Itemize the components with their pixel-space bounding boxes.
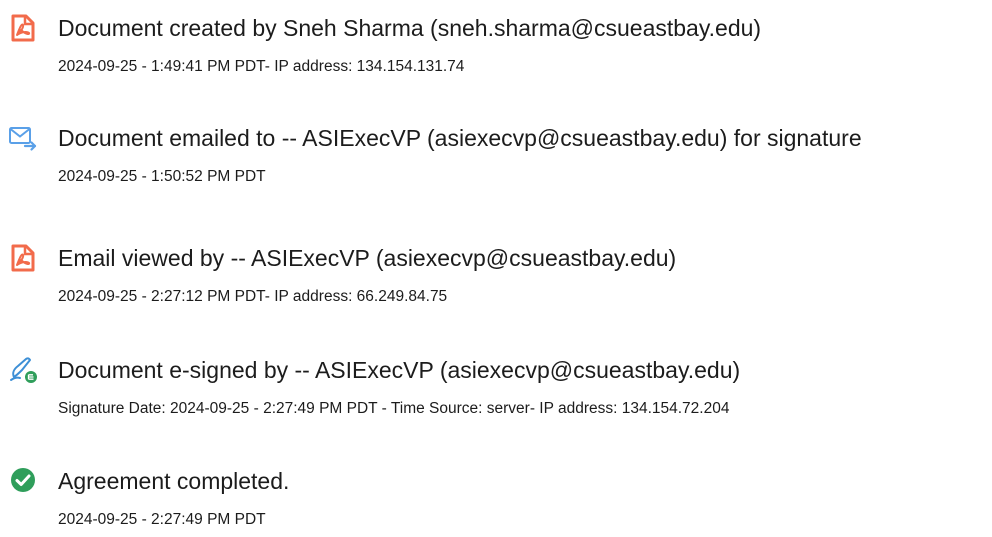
document-created-icon (8, 13, 38, 43)
document-viewed-icon (8, 243, 38, 273)
email-sent-icon (8, 123, 38, 153)
audit-event-emailed: Document emailed to -- ASIExecVP (asiexe… (0, 123, 992, 193)
event-detail: 2024-09-25 - 2:27:12 PM PDT- IP address:… (58, 288, 448, 305)
audit-event-signed: Document e-signed by -- ASIExecVP (asiex… (0, 355, 992, 425)
audit-event-created: Document created by Sneh Sharma (sneh.sh… (0, 13, 992, 83)
checkmark-circle-icon (8, 466, 38, 496)
event-detail: 2024-09-25 - 1:50:52 PM PDT (58, 168, 266, 185)
event-detail: 2024-09-25 - 1:49:41 PM PDT- IP address:… (58, 58, 465, 75)
event-detail: 2024-09-25 - 2:27:49 PM PDT (58, 511, 266, 528)
audit-event-completed: Agreement completed. 2024-09-25 - 2:27:4… (0, 466, 992, 536)
event-title: Document created by Sneh Sharma (sneh.sh… (58, 15, 762, 41)
event-title: Document e-signed by -- ASIExecVP (asiex… (58, 357, 741, 383)
event-title: Document emailed to -- ASIExecVP (asiexe… (58, 125, 862, 151)
e-sign-pen-icon (8, 355, 38, 385)
event-detail: Signature Date: 2024-09-25 - 2:27:49 PM … (58, 400, 730, 417)
audit-event-viewed: Email viewed by -- ASIExecVP (asiexecvp@… (0, 243, 992, 313)
event-title: Agreement completed. (58, 468, 290, 494)
event-title: Email viewed by -- ASIExecVP (asiexecvp@… (58, 245, 677, 271)
